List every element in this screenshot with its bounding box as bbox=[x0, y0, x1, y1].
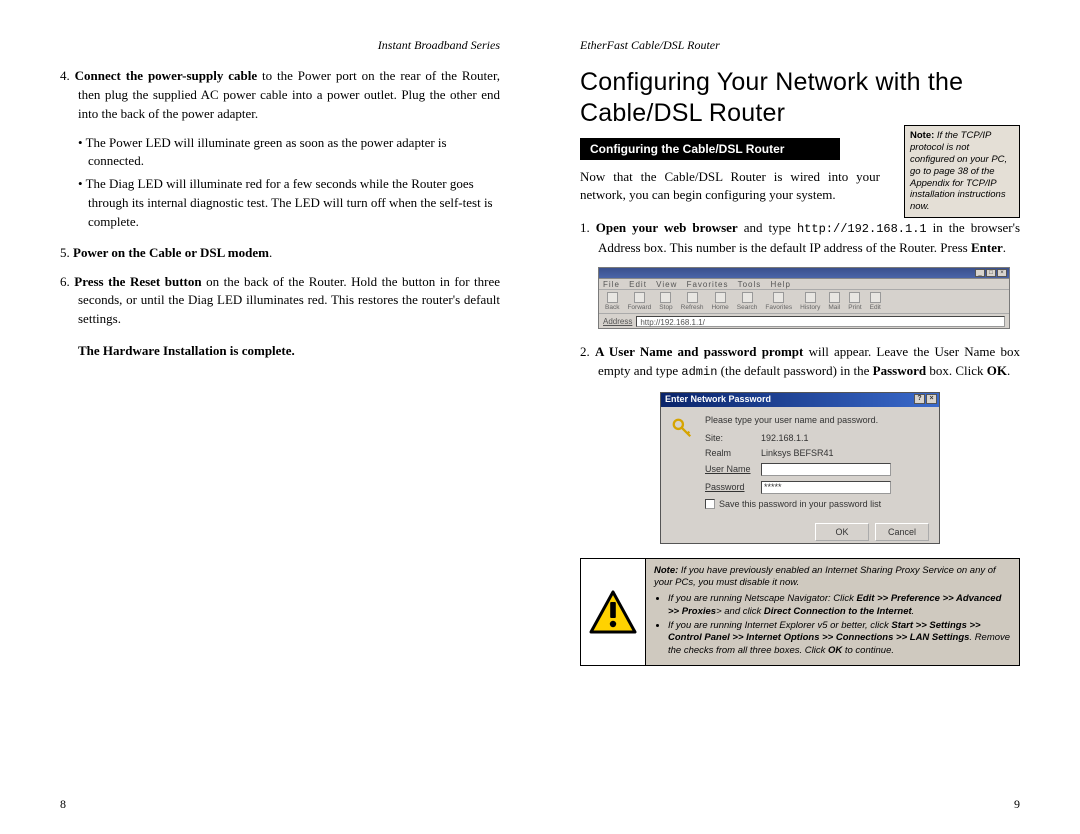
site-label: Site: bbox=[705, 433, 761, 443]
realm-value: Linksys BEFSR41 bbox=[761, 448, 834, 458]
intro-text: Now that the Cable/DSL Router is wired i… bbox=[580, 168, 880, 206]
section-bar: Configuring the Cable/DSL Router bbox=[580, 138, 840, 160]
save-password-checkbox[interactable] bbox=[705, 499, 715, 509]
step4-bold: Connect the power-supply cable bbox=[75, 68, 257, 83]
back-icon bbox=[607, 292, 618, 303]
step-5: 5. Power on the Cable or DSL modem. bbox=[60, 244, 500, 263]
browser-screenshot: _ □ × File Edit View Favorites Tools Hel… bbox=[598, 267, 1010, 329]
password-input[interactable]: ***** bbox=[761, 481, 891, 494]
step-1: 1. Open your web browser and type http:/… bbox=[580, 219, 1020, 257]
warning-icon-cell bbox=[581, 559, 645, 665]
refresh-icon bbox=[687, 292, 698, 303]
tb-stop[interactable]: Stop bbox=[659, 292, 672, 311]
site-value: 192.168.1.1 bbox=[761, 433, 809, 443]
browser-menubar: File Edit View Favorites Tools Help bbox=[599, 279, 1009, 290]
tb-refresh[interactable]: Refresh bbox=[681, 292, 704, 311]
username-row: User Name bbox=[705, 463, 929, 476]
step-6: 6. Press the Reset button on the back of… bbox=[60, 273, 500, 330]
install-complete: The Hardware Installation is complete. bbox=[60, 343, 500, 359]
password-dialog: Enter Network Password ? × Please type y… bbox=[660, 392, 940, 544]
page-title: Configuring Your Network with the Cable/… bbox=[580, 67, 1020, 130]
realm-row: Realm Linksys BEFSR41 bbox=[705, 448, 929, 458]
menu-edit[interactable]: Edit bbox=[629, 280, 647, 289]
menu-view[interactable]: View bbox=[656, 280, 677, 289]
warn-bullet-netscape: If you are running Netscape Navigator: C… bbox=[668, 593, 1011, 618]
dialog-titlebar: Enter Network Password ? × bbox=[661, 393, 939, 407]
series-header-left: Instant Broadband Series bbox=[60, 38, 500, 53]
browser-toolbar: Back Forward Stop Refresh Home Search Fa… bbox=[599, 290, 1009, 314]
browser-titlebar: _ □ × bbox=[599, 268, 1009, 279]
step6-bold: Press the Reset button bbox=[74, 274, 201, 289]
tb-mail[interactable]: Mail bbox=[828, 292, 840, 311]
favorites-icon bbox=[773, 292, 784, 303]
password-label: Password bbox=[705, 482, 761, 492]
edit-icon bbox=[870, 292, 881, 303]
tb-favorites[interactable]: Favorites bbox=[765, 292, 792, 311]
tb-back[interactable]: Back bbox=[605, 292, 619, 311]
tb-forward[interactable]: Forward bbox=[627, 292, 651, 311]
menu-help[interactable]: Help bbox=[771, 280, 791, 289]
bullet-1: • The Power LED will illuminate green as… bbox=[60, 134, 500, 172]
bullet-2: • The Diag LED will illuminate red for a… bbox=[60, 175, 500, 232]
tb-edit[interactable]: Edit bbox=[870, 292, 881, 311]
dialog-help-icon[interactable]: ? bbox=[914, 394, 925, 404]
minimize-icon[interactable]: _ bbox=[975, 269, 985, 277]
mail-icon bbox=[829, 292, 840, 303]
warn-note-label: Note: bbox=[654, 565, 678, 576]
address-bar-row: Address http://192.168.1.1/ bbox=[599, 314, 1009, 328]
print-icon bbox=[849, 292, 860, 303]
tb-print[interactable]: Print bbox=[848, 292, 861, 311]
history-icon bbox=[805, 292, 816, 303]
key-icon bbox=[671, 417, 693, 439]
warning-text: Note: If you have previously enabled an … bbox=[645, 559, 1019, 665]
step-2: 2. A User Name and password prompt will … bbox=[580, 343, 1020, 381]
search-icon bbox=[742, 292, 753, 303]
address-input[interactable]: http://192.168.1.1/ bbox=[636, 316, 1005, 327]
realm-label: Realm bbox=[705, 448, 761, 458]
save-password-row: Save this password in your password list bbox=[705, 499, 929, 509]
maximize-icon[interactable]: □ bbox=[986, 269, 996, 277]
cancel-button[interactable]: Cancel bbox=[875, 523, 929, 541]
note-label: Note: bbox=[910, 130, 934, 141]
series-header-right: EtherFast Cable/DSL Router bbox=[580, 38, 1020, 53]
tb-search[interactable]: Search bbox=[737, 292, 758, 311]
note-text: If the TCP/IP protocol is not configured… bbox=[910, 130, 1007, 212]
ok-button[interactable]: OK bbox=[815, 523, 869, 541]
left-page: Instant Broadband Series 4. Connect the … bbox=[0, 0, 540, 834]
right-page: EtherFast Cable/DSL Router Configuring Y… bbox=[540, 0, 1080, 834]
stop-icon bbox=[660, 292, 671, 303]
dialog-title-text: Enter Network Password bbox=[665, 394, 771, 404]
proxy-warning-box: Note: If you have previously enabled an … bbox=[580, 558, 1020, 666]
site-row: Site: 192.168.1.1 bbox=[705, 433, 929, 443]
username-label: User Name bbox=[705, 464, 761, 474]
tb-history[interactable]: History bbox=[800, 292, 820, 311]
dialog-close-icon[interactable]: × bbox=[926, 394, 937, 404]
step-4: 4. Connect the power-supply cable to the… bbox=[60, 67, 500, 124]
forward-icon bbox=[634, 292, 645, 303]
router-url: http://192.168.1.1 bbox=[797, 222, 927, 236]
page-number-right: 9 bbox=[1014, 797, 1020, 812]
save-password-label: Save this password in your password list bbox=[719, 499, 881, 509]
menu-favorites[interactable]: Favorites bbox=[687, 280, 729, 289]
page-number-left: 8 bbox=[60, 797, 66, 812]
username-input[interactable] bbox=[761, 463, 891, 476]
password-row: Password ***** bbox=[705, 481, 929, 494]
menu-tools[interactable]: Tools bbox=[738, 280, 762, 289]
home-icon bbox=[715, 292, 726, 303]
tb-home[interactable]: Home bbox=[711, 292, 728, 311]
menu-file[interactable]: File bbox=[603, 280, 620, 289]
dialog-prompt: Please type your user name and password. bbox=[705, 415, 929, 425]
tcpip-note-box: Note: If the TCP/IP protocol is not conf… bbox=[904, 125, 1020, 218]
close-icon[interactable]: × bbox=[997, 269, 1007, 277]
warning-icon bbox=[589, 590, 637, 634]
step5-text: Power on the Cable or DSL modem bbox=[73, 245, 269, 260]
warn-bullet-ie: If you are running Internet Explorer v5 … bbox=[668, 620, 1011, 657]
address-label: Address bbox=[603, 317, 632, 326]
